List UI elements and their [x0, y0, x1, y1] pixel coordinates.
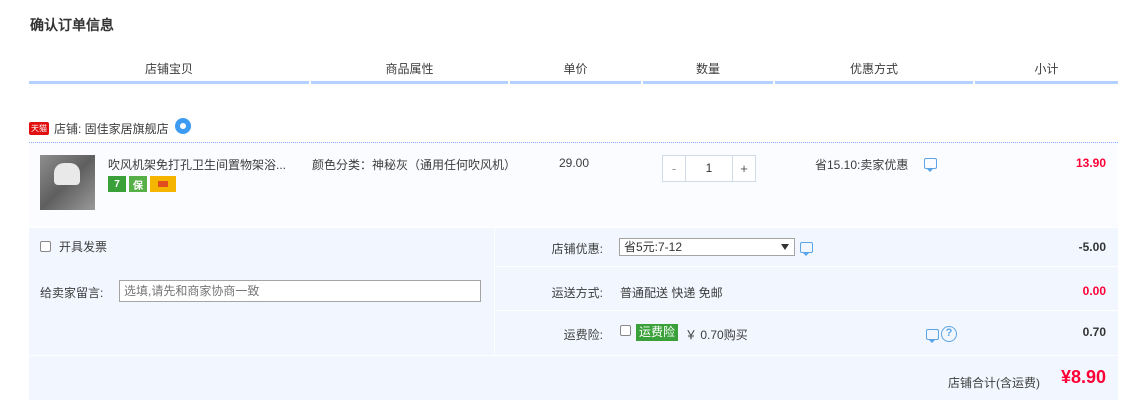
chevron-down-icon — [781, 244, 789, 250]
item-discount: 省15.10:卖家优惠 — [815, 158, 909, 172]
memo-input[interactable] — [119, 280, 481, 302]
order-options-left: 开具发票 给卖家留言: — [29, 228, 495, 354]
row-divider — [496, 310, 1118, 311]
shop-discount-label: 店铺优惠: — [551, 242, 603, 256]
item-title-link[interactable]: 吹风机架免打孔卫生间置物架浴... — [108, 156, 308, 172]
shop-total-row: 店铺合计(含运费) ¥8.90 — [29, 355, 1118, 400]
item-thumbnail[interactable] — [40, 155, 95, 210]
column-header-discount: 优惠方式 — [775, 60, 973, 84]
seven-day-return-icon[interactable]: 7 — [108, 176, 126, 192]
insurance-price: ￥ 0.70购买 — [685, 328, 748, 342]
page-title: 确认订单信息 — [30, 17, 114, 33]
insurance-badge: 运费险 — [636, 324, 679, 341]
discount-message-icon[interactable] — [924, 158, 937, 172]
shop-total-value: ¥8.90 — [1060, 367, 1106, 387]
shop-discount-select[interactable]: 省5元:7-12 — [619, 238, 795, 256]
quantity-increase-button[interactable]: + — [733, 156, 755, 181]
invoice-label: 开具发票 — [59, 240, 108, 254]
shipping-value: 0.00 — [1082, 284, 1106, 298]
column-header-subtotal: 小计 — [975, 60, 1118, 84]
credit-card-icon[interactable] — [150, 176, 176, 192]
quantity-stepper: - 1 + — [662, 155, 756, 182]
service-icons: 7 保 — [108, 176, 176, 192]
item-unit-price: 29.00 — [559, 156, 590, 170]
shop-discount-message-icon[interactable] — [800, 242, 813, 256]
insurance-message-icon[interactable] — [926, 329, 939, 343]
shipping-method: 普通配送 快递 免邮 — [620, 286, 723, 300]
column-header-quantity: 数量 — [643, 60, 773, 84]
column-header-row: 店铺宝贝 商品属性 单价 数量 优惠方式 小计 — [29, 60, 1118, 84]
help-icon[interactable]: ? — [941, 326, 957, 342]
invoice-option[interactable]: 开具发票 — [40, 238, 107, 255]
shipping-label: 运送方式: — [551, 286, 603, 300]
row-divider — [496, 266, 1118, 267]
quantity-input[interactable]: 1 — [685, 156, 733, 181]
tmall-badge-icon: 天猫 — [29, 121, 49, 135]
invoice-checkbox[interactable] — [40, 241, 51, 252]
shop-row: 天猫 店铺: 固佳家居旗舰店 — [29, 116, 191, 140]
column-header-unit-price: 单价 — [510, 60, 641, 84]
shop-discount-selected: 省5元:7-12 — [624, 240, 683, 254]
column-header-shop-item: 店铺宝贝 — [29, 60, 309, 84]
insurance-checkbox[interactable] — [620, 325, 631, 336]
item-attribute: 颜色分类：神秘灰（通用任何吹风机） — [312, 158, 517, 172]
wangwang-chat-icon[interactable] — [174, 118, 191, 134]
shop-name-link[interactable]: 店铺: 固佳家居旗舰店 — [54, 120, 169, 137]
guarantee-icon[interactable]: 保 — [129, 176, 147, 192]
order-item-row: 吹风机架免打孔卫生间置物架浴... 7 保 颜色分类：神秘灰（通用任何吹风机） … — [29, 143, 1118, 227]
insurance-value: 0.70 — [1082, 325, 1106, 339]
shop-total-label: 店铺合计(含运费) — [948, 376, 1040, 390]
column-header-attributes: 商品属性 — [311, 60, 508, 84]
insurance-label: 运费险: — [563, 328, 603, 342]
shop-discount-value: -5.00 — [1078, 240, 1106, 254]
memo-label: 给卖家留言: — [40, 286, 104, 300]
order-options-panel: 开具发票 给卖家留言: 店铺优惠: 省5元:7-12 -5.00 运送方式: 普… — [29, 228, 1118, 400]
item-subtotal: 13.90 — [1075, 156, 1106, 170]
quantity-decrease-button[interactable]: - — [663, 156, 685, 181]
